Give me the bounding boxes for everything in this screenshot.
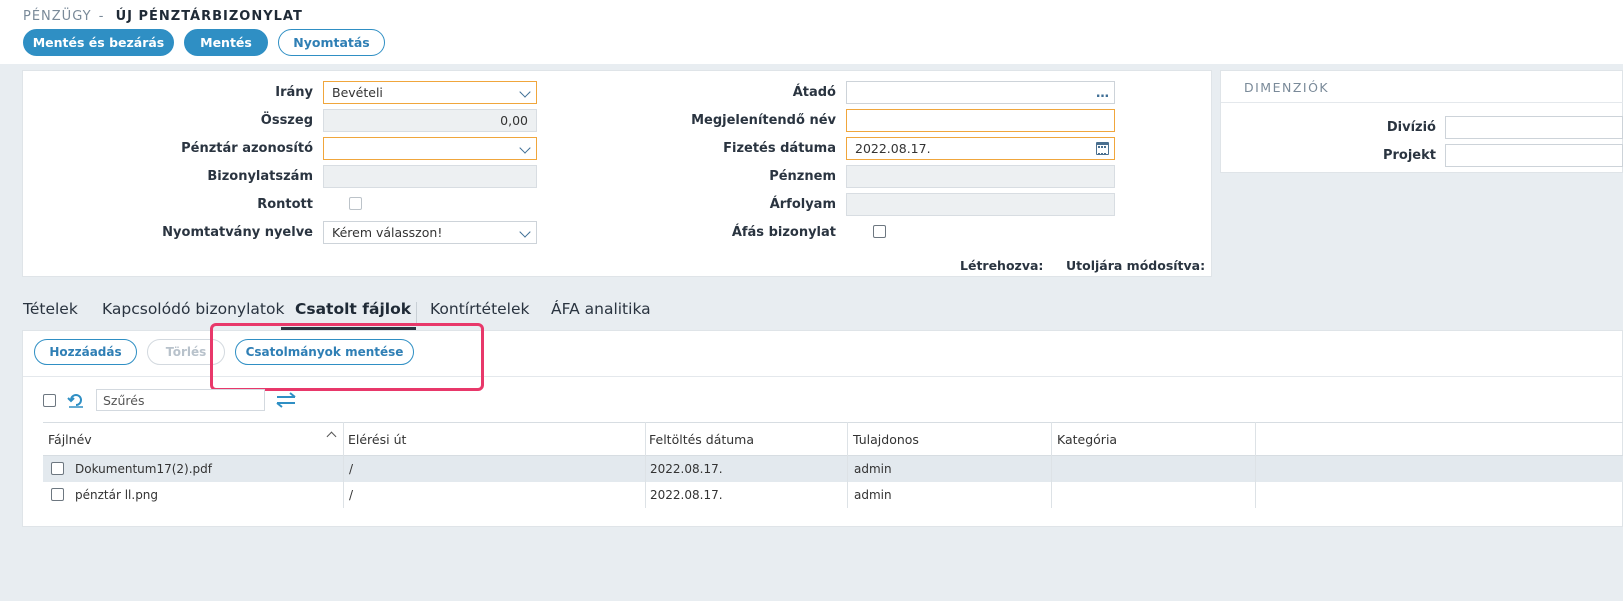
penznem-field: [846, 165, 1115, 188]
column-divider[interactable]: [847, 422, 848, 508]
table-row[interactable]: Dokumentum17(2).pdf / 2022.08.17. admin: [43, 456, 1623, 482]
afas-label: Áfás bizonylat: [731, 225, 836, 240]
save-and-close-button[interactable]: Mentés és bezárás: [23, 29, 174, 56]
fizetes-date-input[interactable]: 2022.08.17.: [846, 137, 1115, 160]
row-checkbox[interactable]: [51, 462, 64, 475]
bizonylatszam-label: Bizonylatszám: [207, 169, 313, 184]
row-upload-date: 2022.08.17.: [650, 488, 723, 502]
megjelenitendo-label: Megjelenítendő név: [691, 113, 836, 128]
bizonylatszam-field: [323, 165, 537, 188]
column-divider[interactable]: [1255, 422, 1256, 508]
page-title: ÚJ PÉNZTÁRBIZONYLAT: [115, 9, 303, 24]
column-header-path[interactable]: Elérési út: [348, 432, 406, 447]
irany-value: Bevételi: [332, 85, 383, 100]
filter-input[interactable]: Szűrés: [96, 389, 265, 411]
tab-csatolt-fajlok[interactable]: Csatolt fájlok: [295, 300, 411, 318]
swap-icon[interactable]: [276, 391, 296, 409]
top-bar: PÉNZÜGY - ÚJ PÉNZTÁRBIZONYLAT Mentés és …: [0, 0, 1623, 64]
add-button[interactable]: Hozzáadás: [34, 339, 137, 365]
row-checkbox[interactable]: [51, 488, 64, 501]
irany-select[interactable]: Bevételi: [323, 81, 537, 104]
column-header-filename[interactable]: Fájlnév: [48, 432, 92, 447]
atado-label: Átadó: [792, 85, 836, 100]
column-divider[interactable]: [645, 422, 646, 508]
tab-afa-analitika[interactable]: ÁFA analitika: [551, 300, 651, 318]
penztar-select[interactable]: [323, 137, 537, 160]
created-label: Létrehozva:: [960, 258, 1044, 273]
divizio-label: Divízió: [1386, 120, 1436, 135]
refresh-icon[interactable]: [67, 391, 85, 409]
row-path: /: [349, 462, 354, 476]
rontott-label: Rontott: [257, 197, 313, 212]
tab-tetelek[interactable]: Tételek: [23, 300, 78, 318]
tab-kapcsolodo-bizonylatok[interactable]: Kapcsolódó bizonylatok: [102, 300, 284, 318]
arfolyam-field: [846, 193, 1115, 216]
select-all-checkbox[interactable]: [43, 394, 56, 407]
chevron-down-icon: [519, 226, 531, 238]
nyelv-select[interactable]: Kérem válasszon!: [323, 221, 537, 244]
calendar-icon[interactable]: [1096, 142, 1109, 155]
row-owner: admin: [854, 488, 892, 502]
breadcrumb: PÉNZÜGY - ÚJ PÉNZTÁRBIZONYLAT: [23, 9, 303, 24]
divider: [1221, 102, 1623, 103]
breadcrumb-parent[interactable]: PÉNZÜGY: [23, 9, 92, 24]
column-header-category[interactable]: Kategória: [1057, 432, 1117, 447]
sort-ascending-icon[interactable]: [326, 431, 337, 442]
filter-placeholder: Szűrés: [103, 392, 145, 408]
save-button[interactable]: Mentés: [184, 29, 268, 56]
tab-kontirtetelek[interactable]: Kontírtételek: [430, 300, 530, 318]
dimensions-title: DIMENZIÓK: [1244, 80, 1330, 95]
table-row[interactable]: pénztár ll.png / 2022.08.17. admin: [43, 482, 1623, 508]
modified-label: Utoljára módosítva:: [1066, 258, 1206, 273]
fizetes-value: 2022.08.17.: [855, 141, 931, 156]
row-filename: pénztár ll.png: [75, 488, 159, 502]
penztar-label: Pénztár azonosító: [181, 141, 313, 156]
chevron-down-icon: [519, 86, 531, 98]
row-owner: admin: [854, 462, 892, 476]
penznem-label: Pénznem: [769, 169, 836, 184]
projekt-input[interactable]: [1445, 144, 1623, 167]
arfolyam-label: Árfolyam: [769, 197, 836, 212]
tab-divider: [416, 302, 417, 324]
column-divider[interactable]: [343, 422, 344, 508]
nyelv-value: Kérem válasszon!: [332, 225, 443, 240]
print-button[interactable]: Nyomtatás: [278, 29, 385, 56]
row-path: /: [349, 488, 354, 502]
fizetes-label: Fizetés dátuma: [723, 141, 836, 156]
afas-checkbox[interactable]: [873, 225, 886, 238]
osszeg-label: Összeg: [260, 113, 313, 128]
column-divider[interactable]: [1051, 422, 1052, 508]
row-upload-date: 2022.08.17.: [650, 462, 723, 476]
projekt-label: Projekt: [1382, 148, 1436, 163]
table-header: Fájlnév Elérési út Feltöltés dátuma Tula…: [43, 422, 1623, 456]
osszeg-value: 0,00: [500, 113, 528, 128]
row-filename: Dokumentum17(2).pdf: [75, 462, 212, 476]
highlight-box: [210, 323, 484, 391]
column-header-owner[interactable]: Tulajdonos: [853, 432, 919, 447]
chevron-down-icon: [519, 142, 531, 154]
divizio-input[interactable]: [1445, 116, 1623, 139]
atado-lookup[interactable]: …: [846, 81, 1115, 104]
osszeg-field: 0,00: [323, 109, 537, 132]
irany-label: Irány: [275, 85, 313, 100]
megjelenitendo-input[interactable]: [846, 109, 1115, 132]
column-header-upload-date[interactable]: Feltöltés dátuma: [649, 432, 754, 447]
more-icon[interactable]: …: [1096, 86, 1110, 101]
breadcrumb-separator: -: [98, 9, 105, 24]
nyelv-label: Nyomtatvány nyelve: [162, 225, 313, 240]
rontott-checkbox[interactable]: [349, 197, 362, 210]
